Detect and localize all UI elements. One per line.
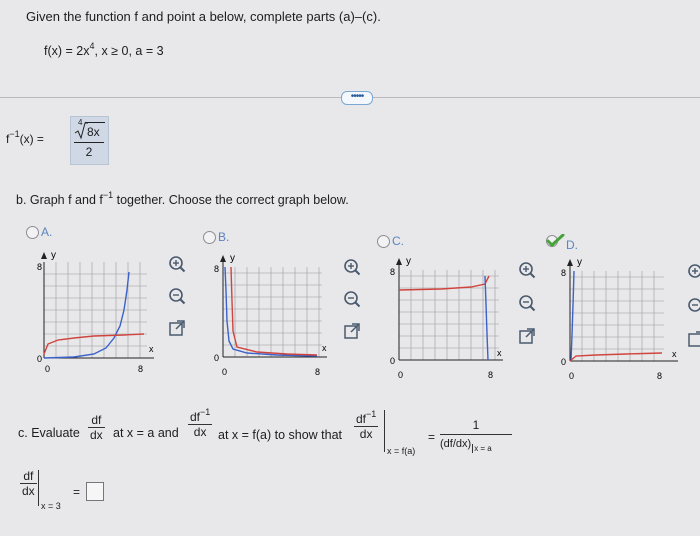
graph-a[interactable]: y 8 0 0 8 x (34, 246, 164, 376)
graph-c[interactable]: y 8 0 0 8 x (381, 254, 511, 384)
curve-f-inverse (569, 352, 663, 362)
y-tick: 8 (390, 267, 395, 277)
rhs-denominator: (df/dx) (440, 438, 472, 450)
x-label: x (149, 344, 154, 354)
zoom-in-icon[interactable] (168, 255, 186, 273)
origin-y: 0 (390, 356, 395, 366)
zoom-in-icon[interactable] (518, 261, 536, 279)
df-dx-fraction: df dx (88, 413, 105, 442)
x-label: x (672, 349, 677, 359)
inverse-expression: 4 8x 2 (74, 118, 106, 159)
function-condition: , x ≥ 0, a = 3 (94, 44, 164, 58)
function-text: f(x) = 2x (44, 44, 90, 58)
origin-y: 0 (561, 357, 566, 367)
part-b-instruction: b. Graph f and f−1 together. Choose the … (16, 190, 349, 207)
inverse-function-label: f−1(x) = (6, 129, 44, 146)
graph-d[interactable]: y 8 0 0 8 x (556, 255, 686, 385)
zoom-out-icon[interactable] (168, 287, 186, 305)
origin-x: 0 (398, 370, 403, 380)
origin-x: 0 (569, 371, 574, 381)
graph-a-grid (44, 262, 147, 359)
rhs-subscript: x = a (472, 444, 492, 453)
zoom-out-icon[interactable] (687, 297, 700, 315)
y-tick: 8 (561, 268, 566, 278)
at-x-equals-a: at x = a and (113, 426, 179, 440)
graph-d-grid (570, 271, 664, 361)
bottom-equals: = (73, 485, 81, 499)
option-a-radio[interactable] (26, 226, 39, 239)
open-window-icon[interactable] (518, 327, 536, 345)
zoom-out-icon[interactable] (518, 294, 536, 312)
radical-sign (74, 122, 88, 140)
radicand: 8x (87, 125, 100, 139)
curve-f (570, 270, 575, 362)
x-tick: 8 (657, 371, 662, 381)
x-label: x (497, 348, 502, 358)
curve-f-inverse (484, 275, 489, 361)
eval-bar (384, 410, 385, 452)
y-axis-arrow (220, 255, 226, 262)
y-axis-arrow (41, 252, 47, 259)
origin-x: 0 (222, 367, 227, 377)
origin-y: 0 (214, 353, 219, 363)
option-d-label[interactable]: D. (566, 238, 578, 252)
y-label: y (51, 250, 56, 261)
equals-sign: = (428, 430, 436, 444)
open-window-icon[interactable] (343, 322, 361, 340)
problem-prompt: Given the function f and point a below, … (26, 9, 381, 24)
origin-y: 0 (37, 354, 42, 364)
part-c-evaluate: c. Evaluate (18, 426, 80, 440)
y-tick: 8 (37, 262, 42, 272)
y-label: y (406, 256, 411, 267)
y-label: y (230, 253, 235, 264)
rhs-numerator: 1 (472, 418, 480, 432)
x-tick: 8 (315, 367, 320, 377)
x-tick: 8 (488, 370, 493, 380)
graph-b[interactable]: y 8 0 0 8 x (207, 251, 337, 381)
origin-x: 0 (45, 364, 50, 374)
x-label: x (322, 343, 327, 353)
graph-b-grid (223, 267, 322, 357)
bottom-eval-bar (38, 470, 39, 506)
option-c-label[interactable]: C. (392, 234, 404, 248)
option-a-label[interactable]: A. (41, 225, 52, 239)
eval-subscript: x = f(a) (387, 446, 416, 456)
y-axis-arrow (396, 258, 402, 265)
zoom-in-icon[interactable] (687, 263, 700, 281)
y-axis-arrow (567, 259, 573, 266)
df-inverse-eval-fraction: df−1 dx (354, 409, 379, 441)
denominator: 2 (85, 145, 93, 159)
show-more-button[interactable]: ••••• (341, 91, 373, 105)
open-window-icon[interactable] (168, 319, 186, 337)
at-x-equals-fa: at x = f(a) to show that (218, 428, 343, 442)
bottom-subscript: x = 3 (41, 501, 61, 511)
rhs-fraction: 1 (df/dx) x = a (440, 418, 512, 453)
checkmark-icon (546, 234, 565, 248)
function-definition: f(x) = 2x4, x ≥ 0, a = 3 (44, 41, 164, 58)
option-c-radio[interactable] (377, 235, 390, 248)
bottom-df-dx: df dx (20, 469, 37, 498)
option-b-label[interactable]: B. (218, 230, 229, 244)
open-window-icon[interactable] (687, 330, 700, 348)
answer-input[interactable] (86, 482, 104, 501)
df-inverse-dx-fraction: df−1 dx (188, 407, 213, 439)
y-label: y (577, 257, 582, 268)
zoom-in-icon[interactable] (343, 258, 361, 276)
zoom-out-icon[interactable] (343, 290, 361, 308)
option-b-radio[interactable] (203, 231, 216, 244)
y-tick: 8 (214, 264, 219, 274)
x-tick: 8 (138, 364, 143, 374)
curve-f-inverse (43, 333, 145, 355)
curve-f-inverse (230, 266, 318, 356)
function-exponent: 4 (89, 41, 95, 51)
